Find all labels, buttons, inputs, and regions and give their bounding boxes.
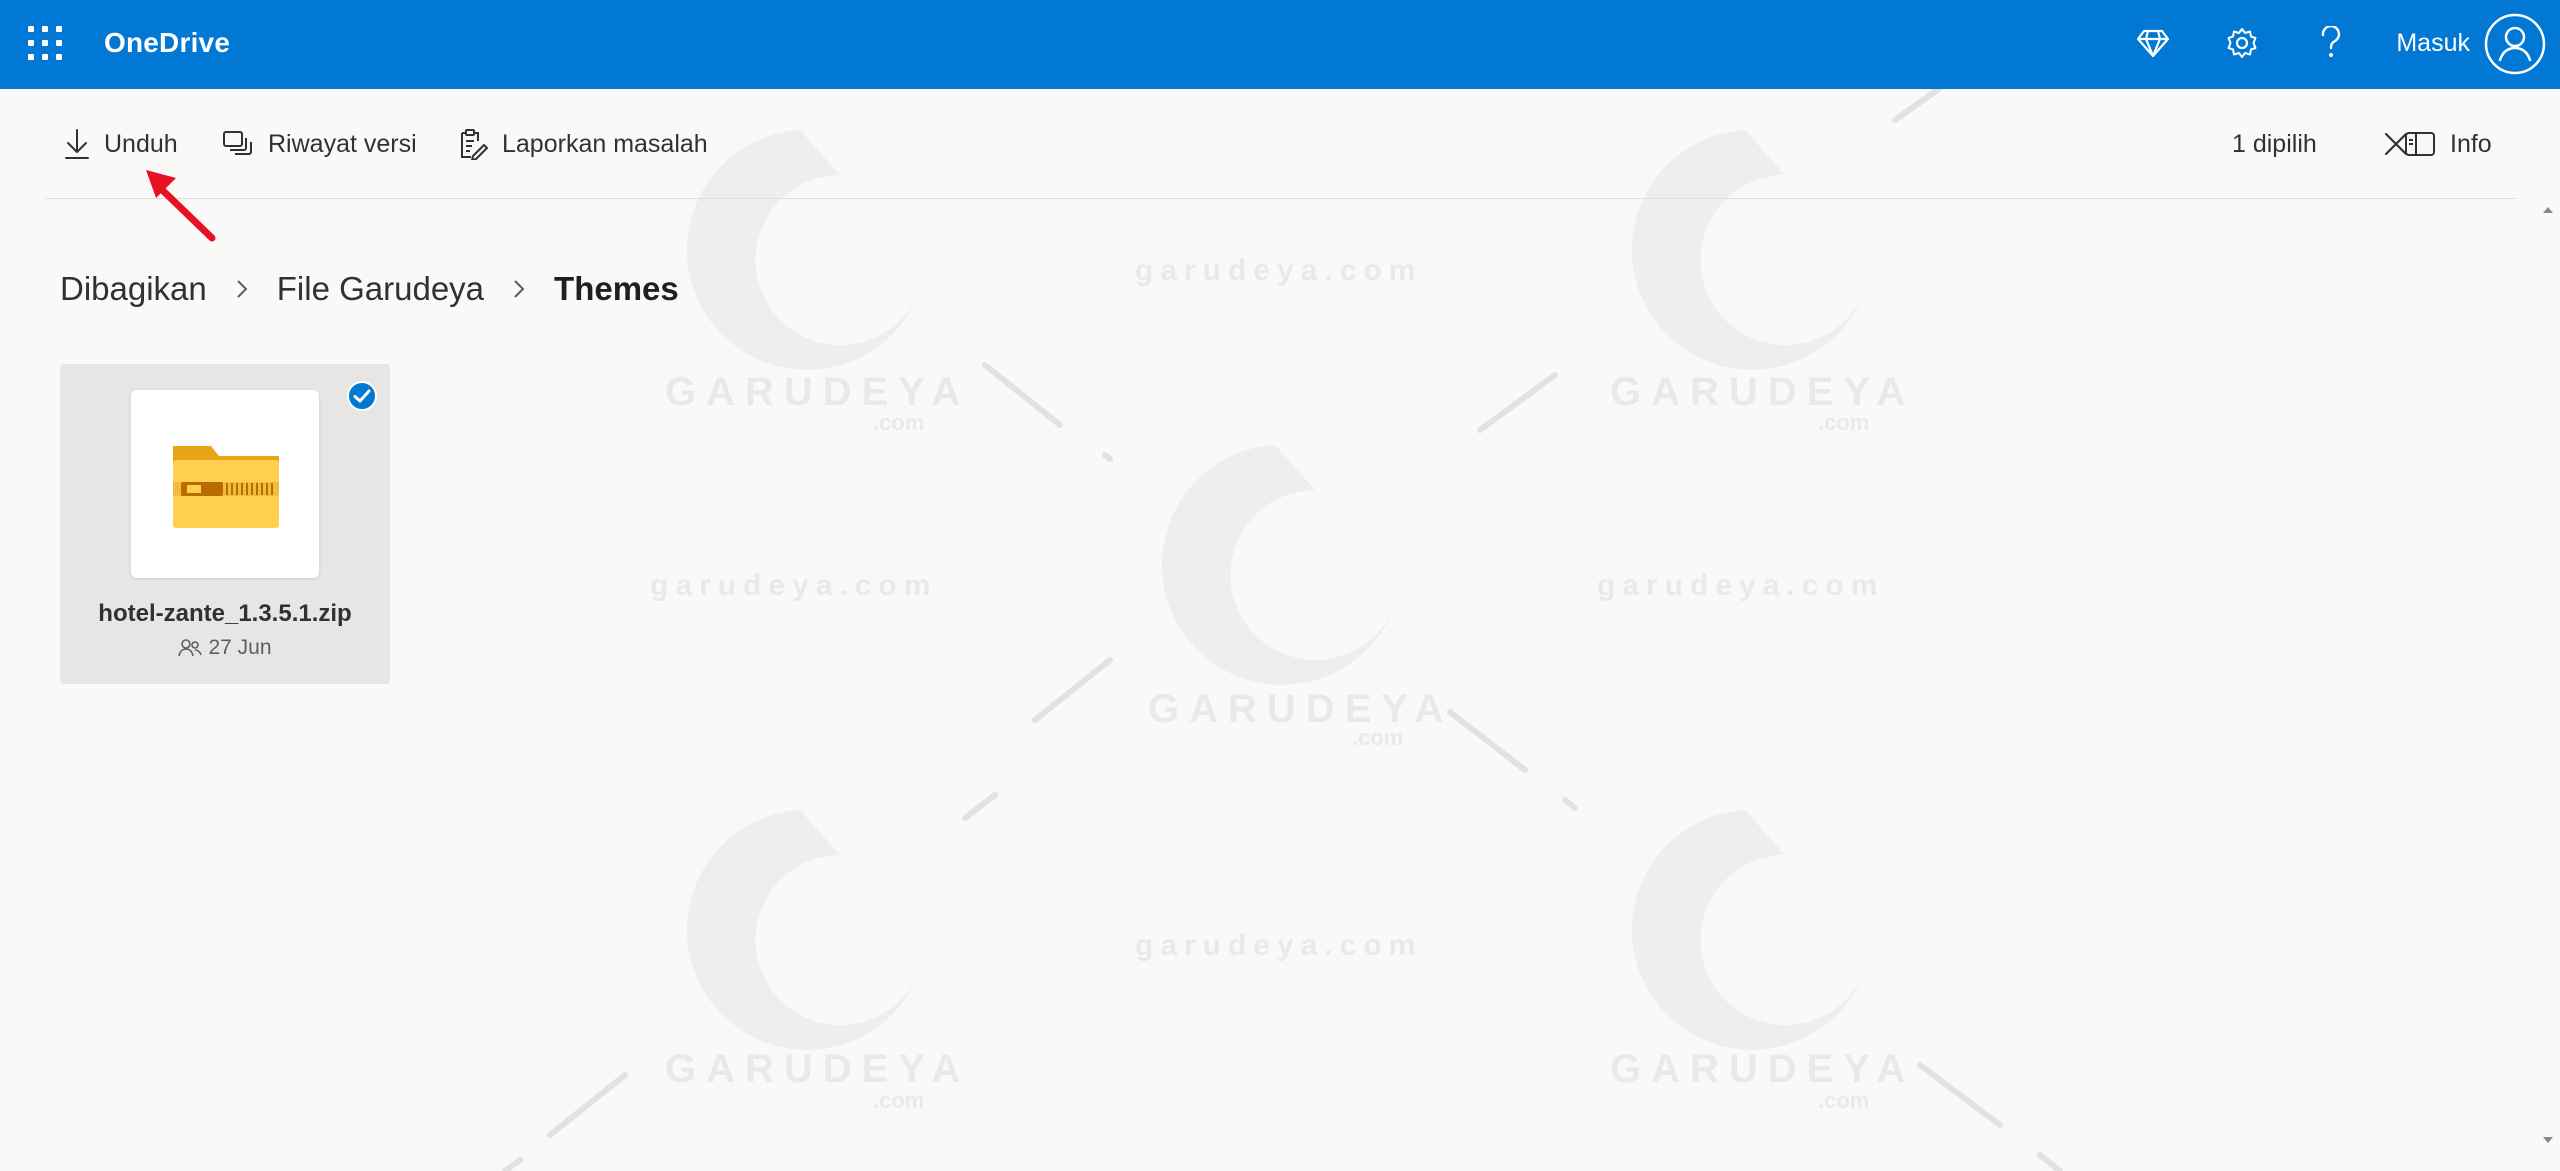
download-label: Unduh: [104, 129, 178, 158]
shared-people-icon: [178, 639, 203, 657]
svg-text:.com: .com: [1818, 410, 1869, 435]
info-label: Info: [2450, 129, 2492, 158]
svg-text:.com: .com: [1818, 1088, 1869, 1113]
svg-text:GARUDEYA: GARUDEYA: [665, 1047, 970, 1091]
svg-text:.com: .com: [873, 1088, 924, 1113]
svg-text:garudeya.com: garudeya.com: [1597, 569, 1884, 602]
report-problem-label: Laporkan masalah: [502, 129, 708, 158]
svg-text:.com: .com: [873, 410, 924, 435]
breadcrumb: Dibagikan File Garudeya Themes: [60, 270, 679, 308]
settings-gear-icon[interactable]: [2221, 22, 2263, 64]
sign-in-label[interactable]: Masuk: [2396, 29, 2470, 58]
version-history-icon: [223, 131, 252, 155]
help-icon[interactable]: [2310, 22, 2352, 64]
scroll-up-icon[interactable]: [2540, 202, 2556, 218]
annotation-arrow-icon: [146, 170, 216, 242]
chevron-right-icon: [235, 278, 249, 300]
svg-text:GARUDEYA: GARUDEYA: [1610, 370, 1915, 414]
svg-text:GARUDEYA: GARUDEYA: [1610, 1047, 1915, 1091]
account-avatar-icon[interactable]: [2484, 13, 2546, 75]
file-date: 27 Jun: [208, 636, 272, 659]
svg-text:GARUDEYA: GARUDEYA: [665, 370, 970, 414]
version-history-label: Riwayat versi: [268, 129, 417, 158]
svg-text:garudeya.com: garudeya.com: [1135, 254, 1422, 287]
report-problem-button[interactable]: Laporkan masalah: [458, 126, 708, 162]
onedrive-page: GARUDEYA GARUDEYA GARUDEYA GARUDEYA GARU…: [0, 0, 2560, 1171]
svg-text:garudeya.com: garudeya.com: [650, 569, 937, 602]
scroll-down-icon[interactable]: [2540, 1132, 2556, 1148]
version-history-button[interactable]: Riwayat versi: [222, 126, 417, 162]
svg-text:.com: .com: [1352, 725, 1403, 750]
report-problem-icon: [461, 129, 488, 160]
info-pane-icon: [2405, 132, 2435, 156]
svg-text:GARUDEYA: GARUDEYA: [1148, 687, 1453, 731]
premium-diamond-icon[interactable]: [2132, 22, 2174, 64]
selection-count: 1 dipilih: [2232, 129, 2317, 158]
breadcrumb-item-folder[interactable]: File Garudeya: [277, 270, 484, 308]
file-name[interactable]: hotel-zante_1.3.5.1.zip: [60, 600, 390, 628]
file-tile[interactable]: hotel-zante_1.3.5.1.zip 27 Jun: [60, 364, 390, 684]
breadcrumb-item-shared[interactable]: Dibagikan: [60, 270, 207, 308]
download-button[interactable]: Unduh: [64, 126, 178, 162]
zip-folder-icon: [173, 446, 279, 528]
command-bar: Unduh Riwayat versi Laporkan masalah 1 d…: [46, 90, 2516, 199]
download-icon: [65, 129, 89, 159]
suite-header: OneDrive Masuk: [0, 0, 2560, 89]
chevron-right-icon: [512, 278, 526, 300]
file-thumbnail: [131, 390, 319, 578]
app-name[interactable]: OneDrive: [104, 27, 230, 59]
svg-text:garudeya.com: garudeya.com: [1135, 929, 1422, 962]
breadcrumb-item-current: Themes: [554, 270, 679, 307]
info-button[interactable]: Info: [2404, 126, 2492, 162]
app-launcher-icon[interactable]: [26, 24, 64, 62]
file-meta: 27 Jun: [60, 636, 390, 660]
selected-check-icon[interactable]: [346, 380, 378, 412]
